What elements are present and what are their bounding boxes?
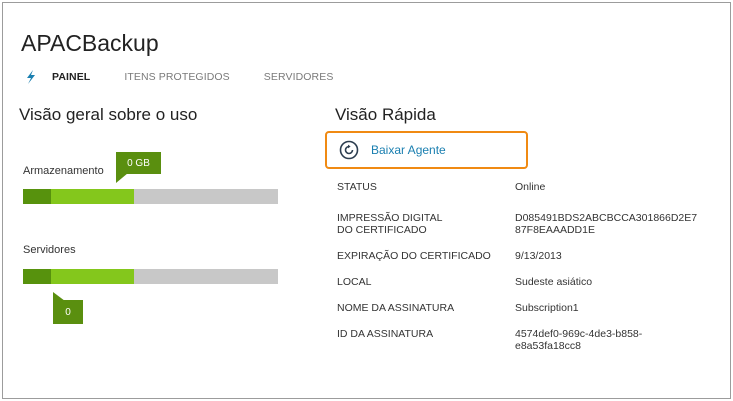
lightning-icon [27, 70, 35, 84]
quick-view-title: Visão Rápida [335, 105, 436, 124]
storage-bar-used-dark [23, 189, 51, 204]
info-value-line2: 87F8EAAADD1E [515, 224, 595, 236]
servers-bar-used-dark [23, 269, 51, 284]
info-key: STATUS [337, 181, 377, 193]
info-key: EXPIRAÇÃO DO CERTIFICADO [337, 250, 491, 262]
servers-bar-used-light [51, 269, 134, 284]
storage-callout-pointer [116, 173, 128, 183]
tab-painel[interactable]: PAINEL [52, 71, 90, 83]
info-value: Sudeste asiático [515, 276, 593, 288]
storage-callout: 0 GB [116, 152, 161, 174]
tab-itens-protegidos[interactable]: ITENS PROTEGIDOS [124, 71, 229, 83]
tab-servidores[interactable]: SERVIDORES [264, 71, 334, 83]
servers-callout: 0 [53, 300, 83, 324]
storage-value: 0 GB [127, 157, 150, 169]
storage-label: Armazenamento [23, 165, 104, 177]
download-agent-label[interactable]: Baixar Agente [371, 143, 446, 157]
info-value: Online [515, 181, 546, 193]
sync-icon [339, 140, 359, 160]
info-key: LOCAL [337, 276, 372, 288]
info-value-line2: e8a53fa18cc8 [515, 340, 581, 352]
info-key-line2: DO CERTIFICADO [337, 224, 427, 236]
servers-value: 0 [65, 306, 71, 318]
info-key: ID DA ASSINATURA [337, 328, 434, 340]
info-value: Subscription1 [515, 302, 579, 314]
servers-label: Servidores [23, 244, 76, 256]
main-panel: APACBackup PAINEL ITENS PROTEGIDOS SERVI… [2, 2, 731, 399]
usage-title: Visão geral sobre o uso [19, 105, 198, 124]
storage-bar-used-light [51, 189, 134, 204]
info-key: NOME DA ASSINATURA [337, 302, 455, 314]
servers-bar [23, 269, 278, 284]
download-agent-button[interactable]: Baixar Agente [325, 131, 528, 169]
page-title: APACBackup [21, 30, 159, 56]
storage-bar [23, 189, 278, 204]
nav-tabs: PAINEL ITENS PROTEGIDOS SERVIDORES [25, 70, 367, 84]
info-value: 9/13/2013 [515, 250, 562, 262]
